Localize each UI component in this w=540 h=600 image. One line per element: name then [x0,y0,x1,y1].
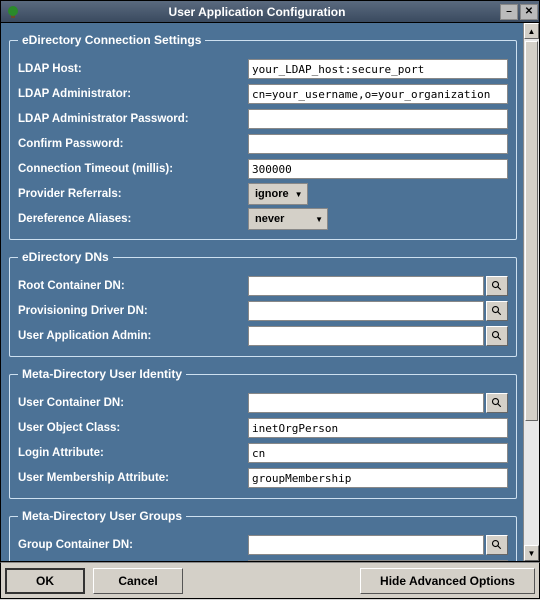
section-dns-legend: eDirectory DNs [18,250,113,264]
referrals-label: Provider Referrals: [18,188,248,200]
close-button[interactable]: ✕ [520,4,538,20]
prov-dn-label: Provisioning Driver DN: [18,305,248,317]
dereference-select[interactable]: never ▼ [248,208,328,230]
section-dns: eDirectory DNs Root Container DN: Provis… [9,250,517,357]
scroll-up-button[interactable]: ▲ [524,23,539,39]
section-groups-legend: Meta-Directory User Groups [18,509,186,523]
membership-attr-label: User Membership Attribute: [18,472,248,484]
root-dn-label: Root Container DN: [18,280,248,292]
section-identity-legend: Meta-Directory User Identity [18,367,186,381]
cancel-button[interactable]: Cancel [93,568,183,594]
referrals-value: ignore [255,188,289,200]
content-pane: eDirectory Connection Settings LDAP Host… [0,22,540,562]
titlebar: User Application Configuration – ✕ [0,0,540,22]
root-dn-browse-button[interactable] [486,276,508,296]
minimize-button[interactable]: – [500,4,518,20]
dereference-label: Dereference Aliases: [18,213,248,225]
app-icon [5,4,21,20]
scroll-track[interactable] [524,39,539,545]
admin-dn-input[interactable] [248,326,484,346]
hide-advanced-button[interactable]: Hide Advanced Options [360,568,535,594]
section-connection: eDirectory Connection Settings LDAP Host… [9,33,517,240]
form-scroll-area: eDirectory Connection Settings LDAP Host… [1,23,523,561]
ldap-password-input[interactable] [248,109,508,129]
user-container-browse-button[interactable] [486,393,508,413]
login-attr-label: Login Attribute: [18,447,248,459]
root-dn-input[interactable] [248,276,484,296]
vertical-scrollbar[interactable]: ▲ ▼ [523,23,539,561]
user-container-label: User Container DN: [18,397,248,409]
footer-bar: OK Cancel Hide Advanced Options [0,562,540,599]
group-class-input[interactable] [248,560,508,561]
admin-dn-label: User Application Admin: [18,330,248,342]
section-groups: Meta-Directory User Groups Group Contain… [9,509,517,561]
prov-dn-input[interactable] [248,301,484,321]
user-class-input[interactable] [248,418,508,438]
user-container-input[interactable] [248,393,484,413]
chevron-down-icon: ▼ [315,215,323,224]
scroll-down-button[interactable]: ▼ [524,545,539,561]
ldap-admin-input[interactable] [248,84,508,104]
group-container-label: Group Container DN: [18,539,248,551]
admin-dn-browse-button[interactable] [486,326,508,346]
chevron-down-icon: ▼ [295,190,303,199]
dereference-value: never [255,213,284,225]
window-title: User Application Configuration [25,5,499,19]
section-identity: Meta-Directory User Identity User Contai… [9,367,517,499]
confirm-password-label: Confirm Password: [18,138,248,150]
timeout-label: Connection Timeout (millis): [18,163,248,175]
group-container-browse-button[interactable] [486,535,508,555]
timeout-input[interactable] [248,159,508,179]
group-container-input[interactable] [248,535,484,555]
login-attr-input[interactable] [248,443,508,463]
ldap-password-label: LDAP Administrator Password: [18,113,248,125]
user-class-label: User Object Class: [18,422,248,434]
ldap-host-label: LDAP Host: [18,63,248,75]
section-connection-legend: eDirectory Connection Settings [18,33,205,47]
ok-button[interactable]: OK [5,568,85,594]
referrals-select[interactable]: ignore ▼ [248,183,308,205]
confirm-password-input[interactable] [248,134,508,154]
membership-attr-input[interactable] [248,468,508,488]
prov-dn-browse-button[interactable] [486,301,508,321]
scroll-thumb[interactable] [525,41,538,421]
ldap-host-input[interactable] [248,59,508,79]
ldap-admin-label: LDAP Administrator: [18,88,248,100]
